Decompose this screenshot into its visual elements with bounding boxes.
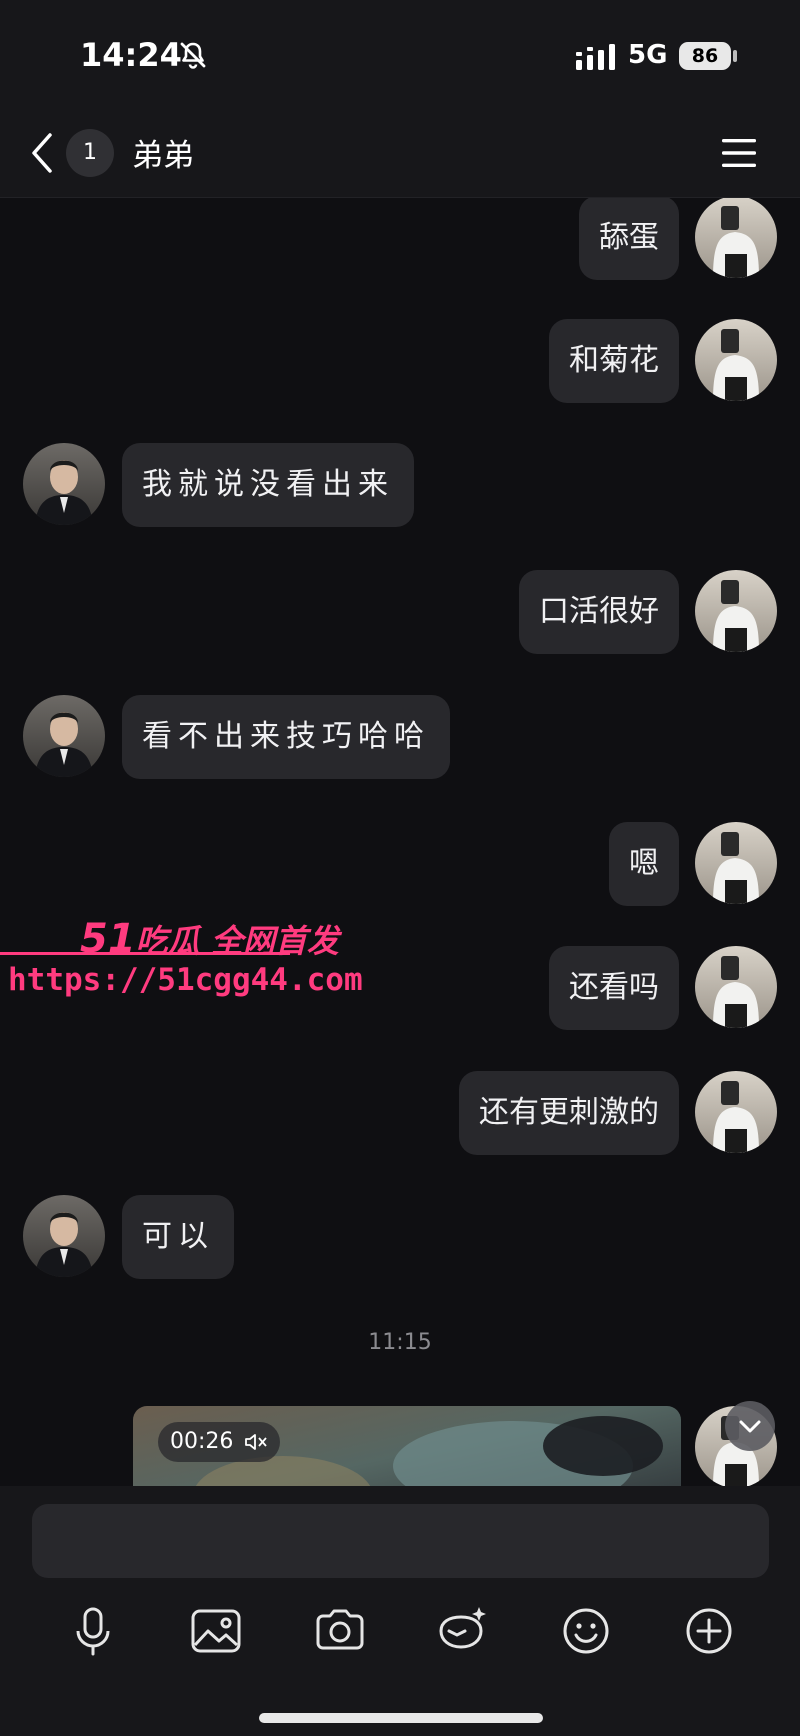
message-bubble[interactable]: 口活很好 [519, 570, 679, 654]
contact-avatar[interactable] [23, 1195, 105, 1277]
message-bubble[interactable]: 舔蛋 [579, 198, 679, 280]
my-avatar[interactable] [695, 198, 777, 278]
message-bubble[interactable]: 还有更刺激的 [459, 1071, 679, 1155]
message-bubble[interactable]: 嗯 [609, 822, 679, 906]
image-icon[interactable] [186, 1601, 246, 1661]
menu-icon[interactable] [720, 136, 758, 170]
chevron-down-icon [739, 1420, 761, 1433]
message-input[interactable] [32, 1504, 769, 1578]
network-label: 5G [628, 40, 668, 70]
bell-muted-icon [180, 42, 206, 69]
message-bubble[interactable]: 可以 [122, 1195, 234, 1279]
message-list[interactable]: 舔蛋 和菊花 我就说没看出来 口活很好 看不出来技巧哈哈 嗯 还看吗 还有更刺激… [0, 198, 800, 1486]
chat-title: 弟弟 [132, 138, 194, 174]
muted-icon [245, 1434, 268, 1450]
message-bubble[interactable]: 看不出来技巧哈哈 [122, 695, 450, 779]
back-arrow-icon[interactable] [28, 130, 58, 176]
microphone-icon[interactable] [63, 1601, 123, 1661]
message-bubble[interactable]: 我就说没看出来 [122, 443, 414, 527]
message-timestamp: 11:15 [368, 1330, 432, 1355]
message-bubble[interactable]: 和菊花 [549, 319, 679, 403]
watermark-url: https://51cgg44.com [8, 962, 363, 998]
my-avatar[interactable] [695, 319, 777, 401]
video-duration: 00:26 [158, 1422, 281, 1462]
unread-count-badge[interactable]: 1 [66, 129, 114, 177]
my-avatar[interactable] [695, 570, 777, 652]
my-avatar[interactable] [695, 1071, 777, 1153]
status-bar: 14:24 5G 86 [0, 0, 800, 110]
contact-avatar[interactable] [23, 695, 105, 777]
scroll-to-bottom-button[interactable] [725, 1401, 775, 1451]
add-icon[interactable] [679, 1601, 739, 1661]
emoji-icon[interactable] [556, 1601, 616, 1661]
signal-icon [576, 44, 615, 70]
watermark-brand: 51吃瓜 全网首发 [80, 916, 339, 962]
composer-bar [0, 1486, 800, 1736]
sticker-icon[interactable] [433, 1601, 493, 1661]
contact-avatar[interactable] [23, 443, 105, 525]
camera-icon[interactable] [310, 1601, 370, 1661]
battery-cap [733, 50, 737, 62]
home-indicator[interactable] [259, 1713, 543, 1723]
chat-header: 1 弟弟 [0, 110, 800, 198]
message-bubble[interactable]: 还看吗 [549, 946, 679, 1030]
my-avatar[interactable] [695, 946, 777, 1028]
watermark-line [0, 952, 290, 955]
battery-indicator: 86 [679, 42, 731, 70]
status-time: 14:24 [80, 36, 182, 74]
my-avatar[interactable] [695, 822, 777, 904]
